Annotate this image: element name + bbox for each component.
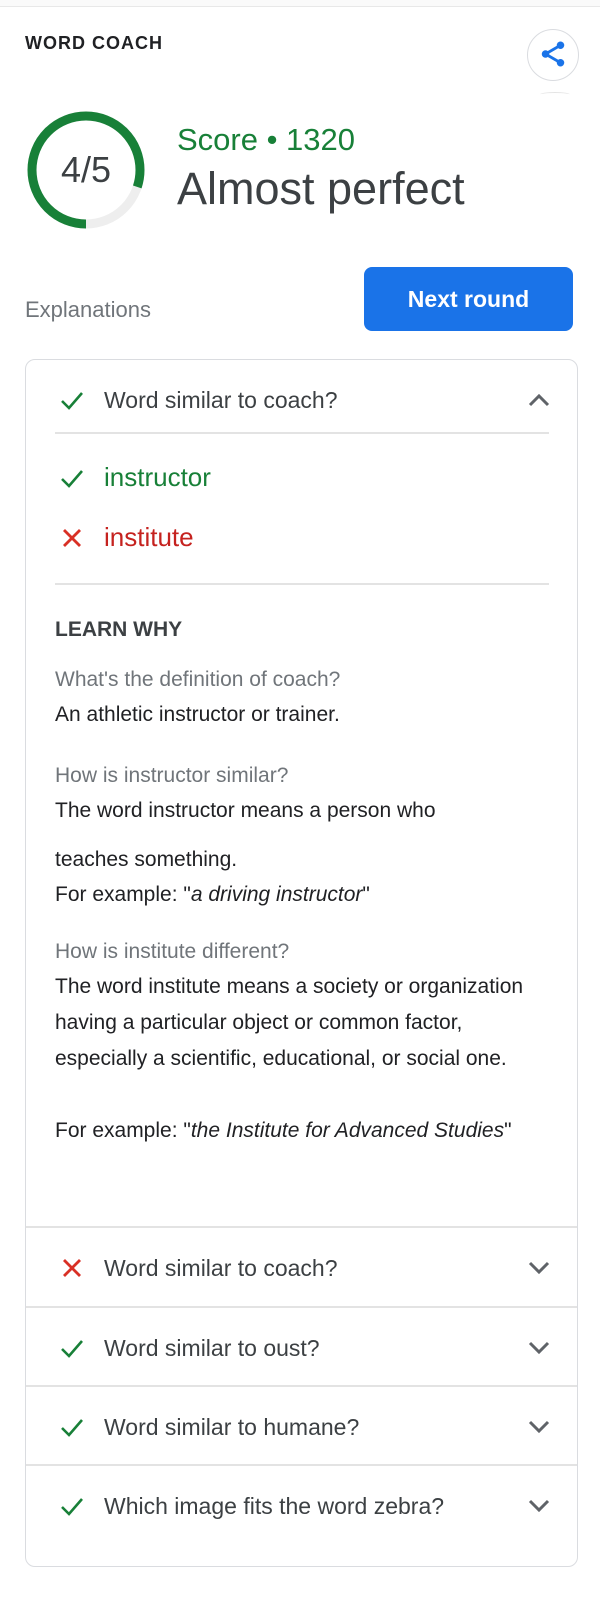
example-text: a driving instructor bbox=[190, 883, 363, 906]
question-row-collapsed[interactable]: Word similar to humane? bbox=[26, 1387, 577, 1467]
chevron-up-icon[interactable] bbox=[527, 393, 551, 407]
learn-why-heading: LEARN WHY bbox=[55, 618, 183, 641]
question-row-expanded[interactable]: Word similar to coach? bbox=[26, 360, 577, 440]
definition-question: What's the definition of coach? bbox=[55, 668, 341, 691]
answer-wrong: institute bbox=[26, 522, 577, 553]
question-row-collapsed[interactable]: Which image fits the word zebra? bbox=[26, 1466, 577, 1546]
question-text: Which image fits the word zebra? bbox=[104, 1492, 445, 1519]
answer-word: instructor bbox=[104, 462, 211, 492]
example-suffix: " bbox=[362, 883, 370, 906]
similar-answer-line2: teaches something. bbox=[55, 848, 238, 871]
score-verdict: Almost perfect bbox=[177, 163, 465, 214]
different-answer: The word institute means a society or or… bbox=[55, 975, 524, 1070]
similar-example: For example: "a driving instructor" bbox=[55, 877, 525, 913]
check-icon bbox=[58, 1337, 86, 1359]
chevron-down-icon[interactable] bbox=[527, 1420, 551, 1434]
word-coach-title: WORD COACH bbox=[25, 33, 163, 53]
question-text: Word similar to oust? bbox=[104, 1334, 320, 1361]
definition-answer: An athletic instructor or trainer. bbox=[55, 703, 340, 726]
answer-word: institute bbox=[104, 522, 194, 552]
score-points: Score • 1320 bbox=[177, 122, 356, 157]
chevron-down-icon[interactable] bbox=[527, 1261, 551, 1275]
score-fraction: 4/5 bbox=[60, 149, 112, 190]
example-text: the Institute for Advanced Studies bbox=[190, 1119, 505, 1142]
top-edge bbox=[0, 0, 600, 7]
question-text: Word similar to coach? bbox=[104, 386, 338, 413]
divider bbox=[55, 583, 549, 585]
check-icon bbox=[58, 1416, 86, 1438]
explanations-card: Word similar to coach? instructor instit… bbox=[25, 359, 578, 1567]
question-row-collapsed[interactable]: Word similar to oust? bbox=[26, 1308, 577, 1388]
chevron-down-icon[interactable] bbox=[527, 1499, 551, 1513]
close-icon bbox=[58, 1257, 86, 1279]
check-icon bbox=[58, 389, 86, 411]
similar-question: How is instructor similar? bbox=[55, 764, 289, 787]
explanations-label: Explanations bbox=[25, 297, 151, 322]
share-button-shadow bbox=[540, 92, 570, 97]
example-suffix: " bbox=[504, 1119, 512, 1142]
different-example: For example: "the Institute for Advanced… bbox=[55, 1113, 525, 1149]
example-prefix: For example: " bbox=[55, 1119, 191, 1142]
share-button[interactable] bbox=[527, 29, 579, 81]
similar-answer-line1: The word instructor means a person who bbox=[55, 799, 436, 822]
share-icon bbox=[538, 39, 568, 72]
answer-correct: instructor bbox=[26, 462, 577, 493]
question-text: Word similar to humane? bbox=[104, 1413, 360, 1440]
divider bbox=[55, 432, 549, 434]
check-icon bbox=[58, 1495, 86, 1517]
example-prefix: For example: " bbox=[55, 883, 191, 906]
different-question: How is institute different? bbox=[55, 940, 290, 963]
chevron-down-icon[interactable] bbox=[527, 1341, 551, 1355]
question-row-collapsed[interactable]: Word similar to coach? bbox=[26, 1228, 577, 1308]
check-icon bbox=[58, 467, 86, 489]
next-round-button[interactable]: Next round bbox=[364, 267, 573, 331]
question-text: Word similar to coach? bbox=[104, 1254, 338, 1281]
close-icon bbox=[58, 527, 86, 549]
